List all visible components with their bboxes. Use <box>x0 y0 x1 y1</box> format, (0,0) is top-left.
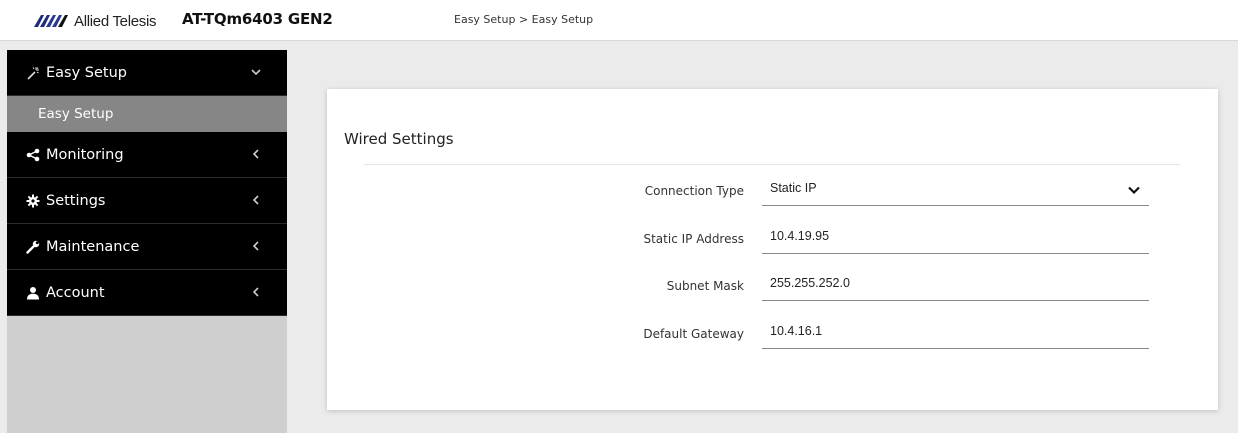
sidebar-item-monitoring[interactable]: Monitoring <box>7 132 287 178</box>
connection-type-select[interactable]: Static IP <box>762 177 1149 206</box>
chevron-left-icon <box>249 239 263 253</box>
brand-name: Allied Telesis <box>74 12 157 30</box>
card-title: Wired Settings <box>344 130 454 148</box>
device-model-title: AT-TQm6403 GEN2 <box>182 10 333 28</box>
static-ip-row: Static IP Address 10.4.19.95 <box>327 225 1218 257</box>
sidebar-item-easy-setup[interactable]: Easy Setup <box>7 50 287 96</box>
sidebar-item-label: Settings <box>46 192 106 209</box>
top-bar: Allied Telesis AT-TQm6403 GEN2 Easy Setu… <box>0 0 1238 41</box>
sidebar-item-label: Maintenance <box>46 238 140 255</box>
sidebar-item-account[interactable]: Account <box>7 270 287 316</box>
subnet-mask-row: Subnet Mask 255.255.252.0 <box>327 272 1218 304</box>
input-value: 10.4.16.1 <box>770 324 823 338</box>
default-gateway-row: Default Gateway 10.4.16.1 <box>327 320 1218 352</box>
sidebar: Easy Setup Easy Setup Monitoring Setting… <box>7 50 287 433</box>
chevron-left-icon <box>249 193 263 207</box>
field-label: Subnet Mask <box>666 279 744 293</box>
allied-telesis-logo-icon <box>34 15 68 27</box>
sidebar-item-label: Easy Setup <box>46 64 127 81</box>
sidebar-item-label: Account <box>46 284 105 301</box>
input-value: 255.255.252.0 <box>770 276 850 290</box>
subnet-mask-input[interactable]: 255.255.252.0 <box>762 272 1149 301</box>
gear-icon <box>25 193 41 209</box>
field-label: Default Gateway <box>643 327 744 341</box>
chevron-down-icon <box>249 65 263 79</box>
static-ip-input[interactable]: 10.4.19.95 <box>762 225 1149 254</box>
field-label: Connection Type <box>644 184 744 198</box>
chevron-left-icon <box>249 147 263 161</box>
chevron-down-icon <box>1128 186 1140 195</box>
wand-icon <box>25 65 41 81</box>
sidebar-item-settings[interactable]: Settings <box>7 178 287 224</box>
divider <box>364 164 1180 165</box>
user-icon <box>25 285 41 301</box>
field-label: Static IP Address <box>643 232 744 246</box>
chevron-left-icon <box>249 285 263 299</box>
select-value: Static IP <box>770 181 817 195</box>
sidebar-item-maintenance[interactable]: Maintenance <box>7 224 287 270</box>
breadcrumb: Easy Setup > Easy Setup <box>454 13 594 26</box>
brand-logo[interactable]: Allied Telesis <box>34 10 157 32</box>
connection-type-row: Connection Type Static IP <box>327 177 1218 209</box>
sidebar-item-label: Monitoring <box>46 146 124 163</box>
input-value: 10.4.19.95 <box>770 229 830 243</box>
wired-settings-card: Wired Settings Connection Type Static IP… <box>327 89 1218 410</box>
wrench-icon <box>25 239 41 255</box>
share-icon <box>25 147 41 163</box>
default-gateway-input[interactable]: 10.4.16.1 <box>762 320 1149 349</box>
sidebar-subitem-easy-setup[interactable]: Easy Setup <box>7 96 287 132</box>
